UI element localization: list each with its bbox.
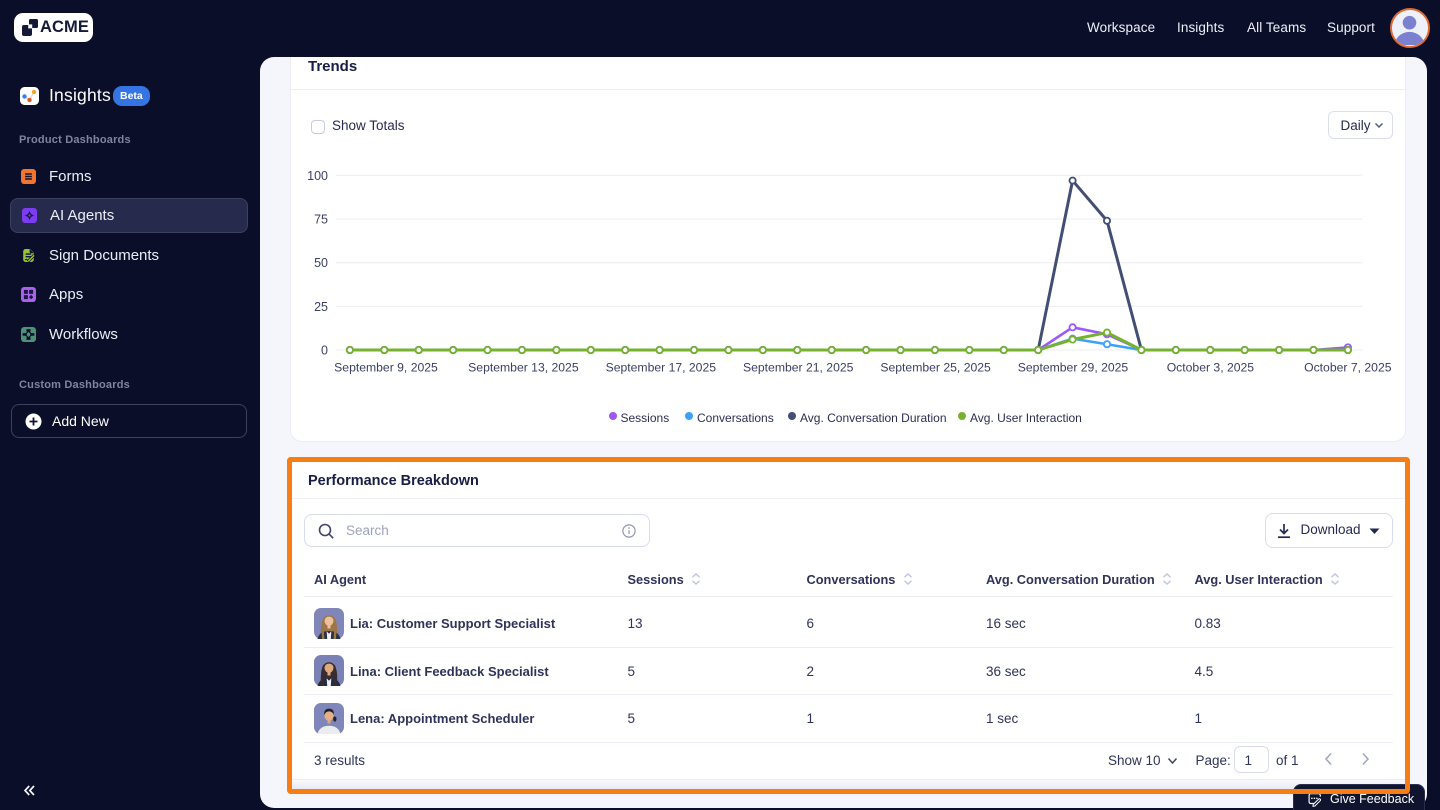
svg-text:September 29, 2025: September 29, 2025 xyxy=(1018,361,1129,375)
svg-text:October 7, 2025: October 7, 2025 xyxy=(1304,361,1392,375)
svg-text:September 17, 2025: September 17, 2025 xyxy=(606,361,717,375)
svg-text:October 3, 2025: October 3, 2025 xyxy=(1167,361,1255,375)
svg-text:September 21, 2025: September 21, 2025 xyxy=(743,361,854,375)
svg-text:25: 25 xyxy=(314,300,328,314)
svg-text:September 13, 2025: September 13, 2025 xyxy=(468,361,579,375)
svg-text:0: 0 xyxy=(321,344,328,358)
svg-text:75: 75 xyxy=(314,213,328,227)
svg-text:50: 50 xyxy=(314,256,328,270)
svg-text:September 25, 2025: September 25, 2025 xyxy=(880,361,991,375)
svg-text:100: 100 xyxy=(307,169,328,183)
svg-text:September 9, 2025: September 9, 2025 xyxy=(334,361,438,375)
